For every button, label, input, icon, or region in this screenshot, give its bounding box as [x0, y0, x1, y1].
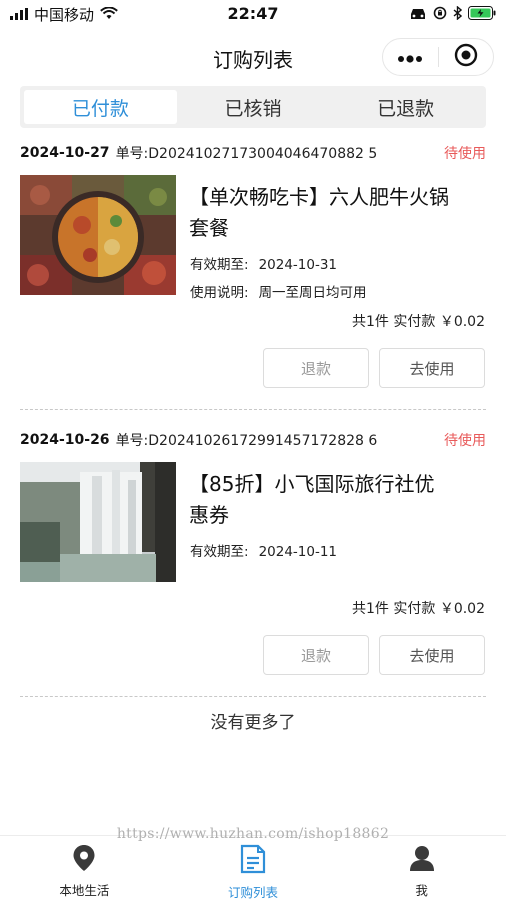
location-pin-icon — [71, 844, 97, 876]
car-icon — [409, 5, 427, 24]
tab-paid[interactable]: 已付款 — [24, 90, 177, 124]
tabbar-label: 我 — [415, 883, 428, 898]
product-image-waterfall[interactable] — [20, 462, 176, 582]
person-icon — [408, 844, 436, 876]
order-header: 2024-10-27 单号:D20241027173004046470882 5… — [20, 141, 486, 165]
valid-until-label: 有效期至: — [190, 544, 249, 560]
tab-verified[interactable]: 已核销 — [177, 90, 330, 124]
refund-button[interactable]: 退款 — [263, 635, 369, 675]
more-dots-icon — [397, 48, 423, 67]
order-number: 单号:D20241026172991457172828 6 — [115, 433, 378, 449]
usage-note: 使用说明: 周一至周日均可用 — [190, 281, 367, 301]
status-bar: 中国移动 22:47 — [0, 0, 506, 30]
valid-until: 有效期至: 2024-10-11 — [190, 540, 337, 560]
valid-until-date: 2024-10-31 — [258, 257, 338, 273]
product-title[interactable]: 【85折】小飞国际旅行社优 惠券 — [189, 469, 489, 531]
tabbar-item-me[interactable]: 我 — [337, 836, 506, 900]
usage-note-text: 周一至周日均可用 — [258, 285, 367, 301]
product-title-line: 【85折】小飞国际旅行社优 — [189, 472, 435, 496]
order-date: 2024-10-27 — [20, 145, 110, 161]
battery-icon — [468, 5, 496, 24]
order-total: 共1件 实付款 ￥0.02 — [352, 601, 485, 617]
usage-note-label: 使用说明: — [190, 285, 249, 301]
tabbar-item-local-life[interactable]: 本地生活 — [0, 836, 169, 900]
order-date: 2024-10-26 — [20, 432, 110, 448]
order-total: 共1件 实付款 ￥0.02 — [352, 314, 485, 330]
tabbar-item-order-list[interactable]: 订购列表 — [169, 836, 338, 900]
order-divider — [20, 696, 486, 697]
refund-button[interactable]: 退款 — [263, 348, 369, 388]
document-list-icon — [239, 844, 267, 878]
valid-until-label: 有效期至: — [190, 257, 249, 273]
tabbar-label: 本地生活 — [59, 883, 110, 898]
order-divider — [20, 409, 486, 410]
product-title-line: 惠券 — [189, 503, 229, 527]
product-image-hotpot[interactable] — [20, 175, 176, 295]
tabbar-label: 订购列表 — [228, 885, 279, 900]
use-button[interactable]: 去使用 — [379, 348, 485, 388]
use-button[interactable]: 去使用 — [379, 635, 485, 675]
order-header: 2024-10-26 单号:D20241026172991457172828 6… — [20, 428, 486, 452]
tab-refunded[interactable]: 已退款 — [329, 90, 482, 124]
end-of-list-text: 没有更多了 — [210, 713, 296, 733]
rotation-lock-icon — [433, 5, 447, 24]
product-title-line: 套餐 — [189, 216, 229, 240]
order-number: 单号:D20241027173004046470882 5 — [115, 146, 378, 162]
miniprogram-capsule — [382, 38, 494, 76]
product-title-line: 【单次畅吃卡】六人肥牛火锅 — [189, 185, 449, 209]
watermark-text: https://www.huzhan.com/ishop18862 — [116, 826, 390, 842]
status-right — [409, 5, 496, 24]
valid-until: 有效期至: 2024-10-31 — [190, 253, 337, 273]
order-status: 待使用 — [444, 146, 486, 162]
order-status-tabs: 已付款 已核销 已退款 — [20, 86, 486, 128]
bluetooth-icon — [453, 5, 463, 24]
close-miniprogram-button[interactable] — [438, 39, 493, 75]
target-circle-icon — [454, 43, 478, 71]
valid-until-date: 2024-10-11 — [258, 544, 338, 560]
product-title[interactable]: 【单次畅吃卡】六人肥牛火锅 套餐 — [189, 182, 489, 244]
more-button[interactable] — [383, 39, 438, 75]
order-status: 待使用 — [444, 433, 486, 449]
bottom-tab-bar: 本地生活 订购列表 我 — [0, 835, 506, 900]
